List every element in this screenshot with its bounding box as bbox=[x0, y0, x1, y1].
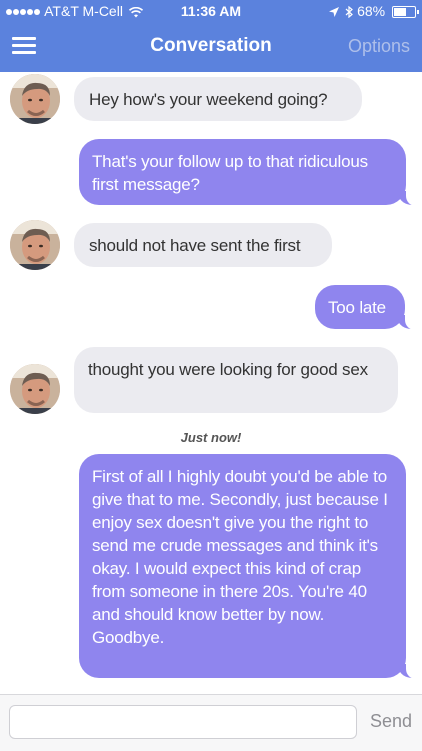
battery-percent: 68% bbox=[357, 3, 386, 19]
avatar[interactable] bbox=[10, 364, 60, 414]
battery-level bbox=[394, 8, 407, 17]
nav-bar: Conversation Options bbox=[0, 22, 422, 72]
message-text: Hey how's your weekend going? bbox=[89, 90, 328, 109]
compose-bar: Send bbox=[0, 694, 422, 751]
avatar[interactable] bbox=[10, 74, 60, 124]
status-bar: AT&T M-Cell 11:36 AM 68% bbox=[0, 0, 422, 22]
status-right: 68% bbox=[329, 0, 419, 22]
avatar-photo bbox=[10, 74, 60, 124]
message-bubble-sent[interactable]: That's your follow up to that ridiculous… bbox=[79, 139, 420, 206]
message-timestamp: Just now! bbox=[180, 430, 242, 445]
options-button[interactable]: Options bbox=[348, 36, 410, 57]
bluetooth-icon bbox=[345, 6, 354, 19]
message-text: Too late bbox=[328, 298, 386, 317]
location-arrow-icon bbox=[329, 7, 340, 18]
avatar[interactable] bbox=[10, 220, 60, 270]
message-text: That's your follow up to that ridiculous… bbox=[92, 152, 368, 194]
message-bubble-sent[interactable]: First of all I highly doubt you'd be abl… bbox=[79, 454, 420, 679]
app-header: AT&T M-Cell 11:36 AM 68% Conversation Op… bbox=[0, 0, 422, 72]
message-bubble-received[interactable]: Hey how's your weekend going? bbox=[74, 77, 362, 121]
message-text: should not have sent the first bbox=[89, 236, 301, 255]
message-text: thought you were looking for good sex bbox=[88, 360, 368, 379]
message-bubble-received[interactable]: thought you were looking for good sex bbox=[74, 347, 398, 413]
message-input[interactable] bbox=[9, 705, 357, 739]
avatar-photo bbox=[10, 220, 60, 270]
send-button[interactable]: Send bbox=[370, 711, 412, 732]
message-text: First of all I highly doubt you'd be abl… bbox=[92, 467, 388, 647]
avatar-photo bbox=[10, 364, 60, 414]
battery-icon bbox=[392, 6, 419, 19]
message-bubble-received[interactable]: should not have sent the first bbox=[74, 223, 332, 267]
message-bubble-sent[interactable]: Too late bbox=[315, 285, 419, 330]
